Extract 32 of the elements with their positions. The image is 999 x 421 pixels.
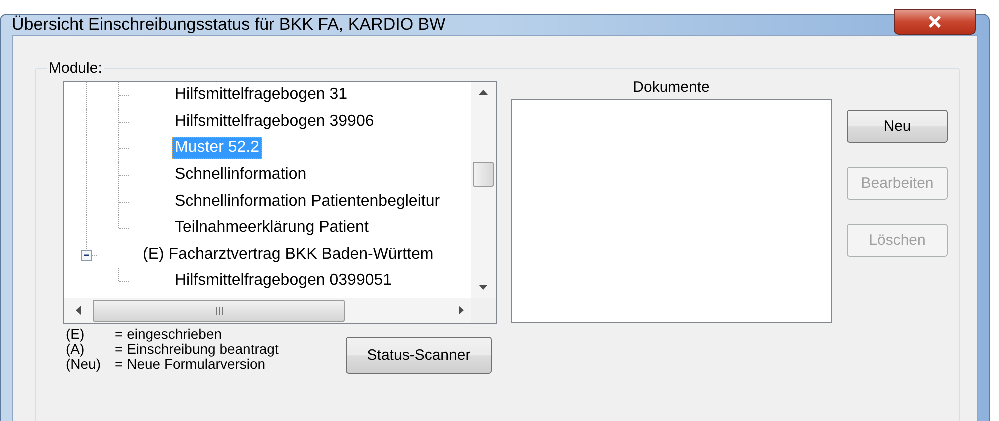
legend-key: (Neu) <box>66 357 112 372</box>
right-arrow-icon[interactable] <box>459 306 464 315</box>
tree-item[interactable]: Schnellinformation <box>172 164 310 186</box>
tree-item[interactable]: (E) Facharztvertrag BKK Baden-Württem <box>140 244 437 266</box>
grip-icon <box>214 306 224 314</box>
tree-item[interactable]: Hilfsmittelfragebogen 31 <box>172 84 351 106</box>
module-tree-view[interactable] <box>63 81 497 324</box>
legend-text: = Einschreibung beantragt <box>115 342 279 357</box>
legend-text: = Neue Formularversion <box>115 357 266 372</box>
legend-text: = eingeschrieben <box>115 327 224 342</box>
close-icon <box>928 16 942 28</box>
action-button[interactable]: Neu <box>847 110 948 143</box>
left-arrow-icon[interactable] <box>76 306 81 315</box>
legend-key: (A) <box>66 342 112 357</box>
scrollbar-thumb[interactable] <box>473 162 494 187</box>
minus-box-icon[interactable] <box>81 250 92 261</box>
tree-item[interactable]: Hilfsmittelfragebogen 39906 <box>172 110 378 133</box>
status-scanner-button[interactable]: Status-Scanner <box>346 337 492 374</box>
window-title: Übersicht Einschreibungsstatus für BKK FA, KARDIO BW <box>12 15 446 35</box>
vertical-scrollbar[interactable] <box>471 82 496 298</box>
documents-label: Dokumente <box>633 79 710 98</box>
tree-item[interactable]: Schnellinformation Patientenbegleitur <box>172 190 444 213</box>
group-label: Module: <box>48 60 104 77</box>
tree-item[interactable]: Teilnahmeerklärung Patient <box>172 217 372 240</box>
legend-key: (E) <box>66 327 112 342</box>
scrollbar-corner <box>471 298 496 323</box>
up-arrow-icon[interactable] <box>479 90 488 95</box>
close-button[interactable] <box>894 9 976 35</box>
tree-item[interactable]: Hilfsmittelfragebogen 0399051 <box>172 270 396 292</box>
scrollbar-thumb[interactable] <box>93 300 345 322</box>
horizontal-scrollbar[interactable] <box>64 298 471 323</box>
down-arrow-icon[interactable] <box>479 285 488 290</box>
